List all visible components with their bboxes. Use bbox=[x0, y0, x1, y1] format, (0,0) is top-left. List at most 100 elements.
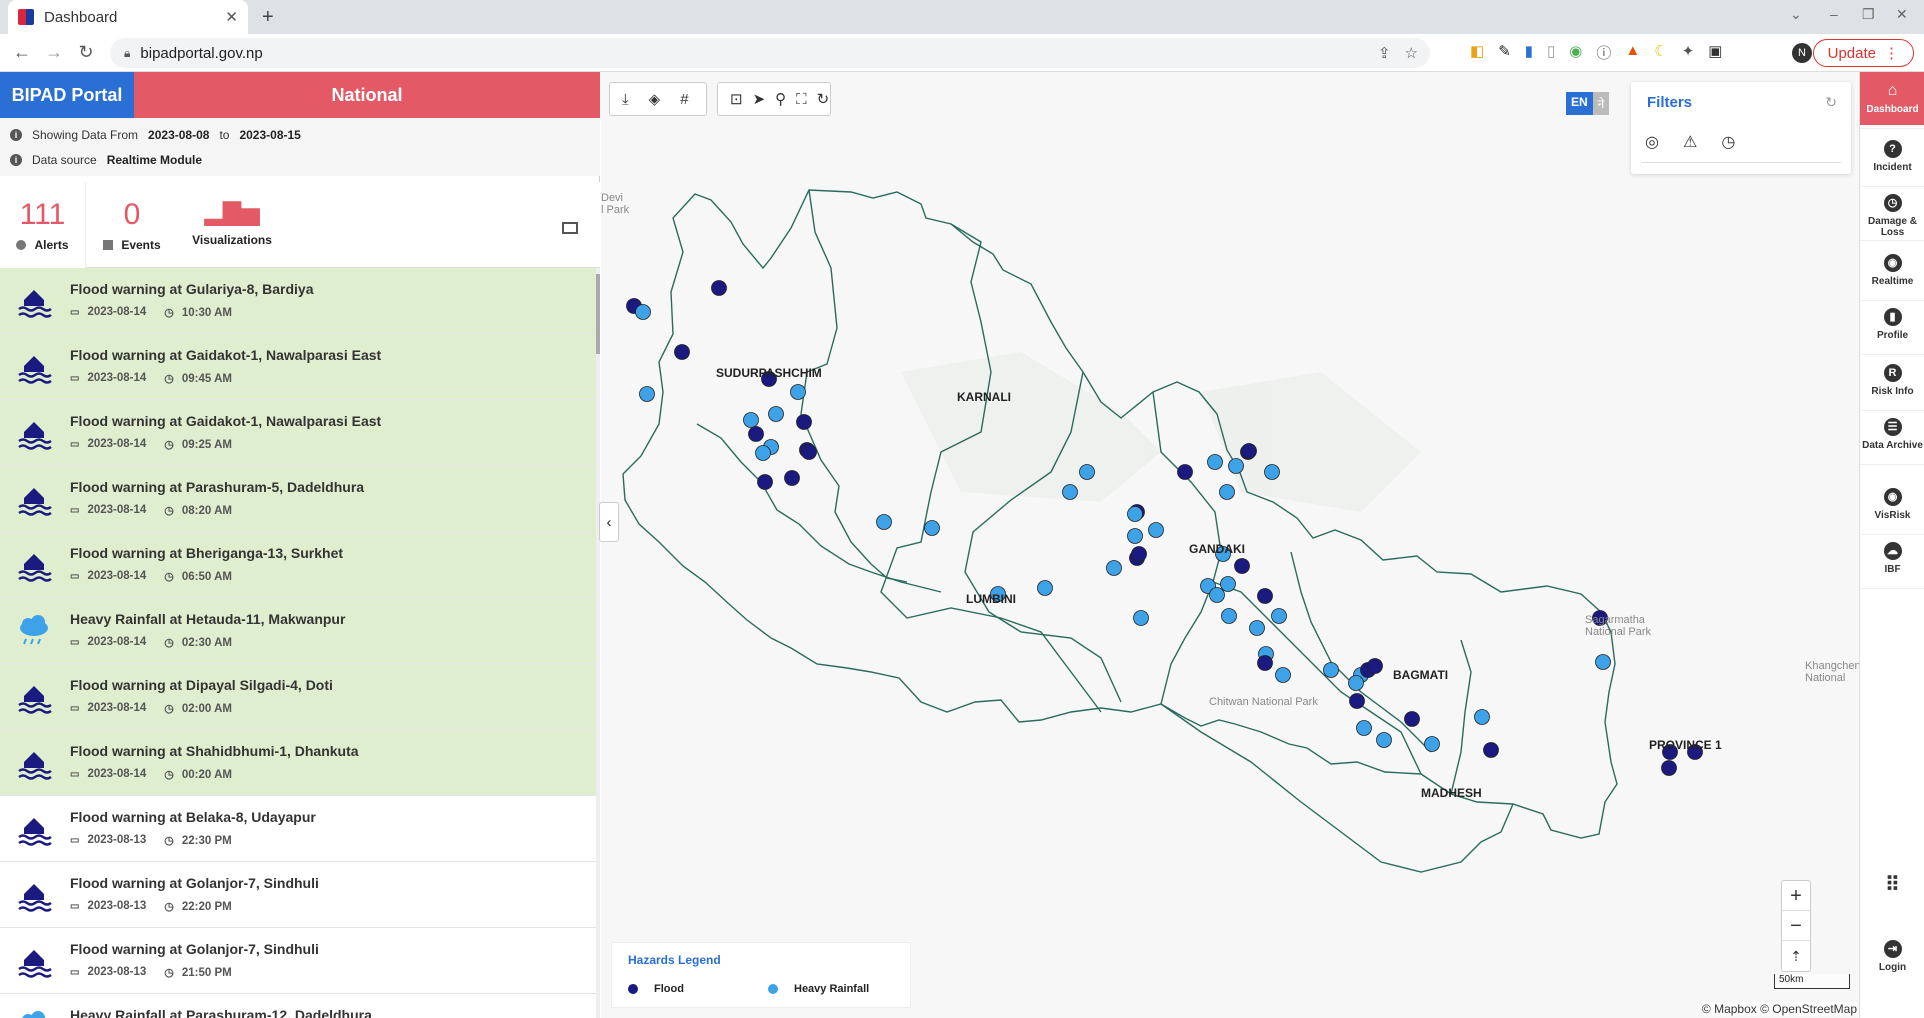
alert-item[interactable]: Flood warning at Dipayal Silgadi-4, Doti… bbox=[0, 664, 596, 730]
date-from[interactable]: 2023-08-08 bbox=[148, 128, 209, 142]
reset-filter-icon[interactable]: ↻ bbox=[1825, 94, 1837, 111]
rain-marker[interactable] bbox=[1127, 528, 1143, 544]
rain-marker[interactable] bbox=[1424, 736, 1440, 752]
rain-marker[interactable] bbox=[1474, 709, 1490, 725]
sidebar-item-risk-info[interactable]: R Risk Info bbox=[1860, 354, 1924, 407]
rain-marker[interactable] bbox=[1348, 675, 1364, 691]
forward-icon[interactable]: → bbox=[38, 42, 70, 63]
compass-button[interactable]: ⇡ bbox=[1782, 941, 1810, 971]
lang-np-button[interactable]: ने bbox=[1592, 92, 1610, 115]
flood-marker[interactable] bbox=[674, 344, 690, 360]
alert-item[interactable]: Flood warning at Bheriganga-13, Surkhet 2… bbox=[0, 532, 596, 598]
puzzle-icon[interactable]: ✦ bbox=[1682, 42, 1695, 63]
lang-en-button[interactable]: EN bbox=[1566, 92, 1593, 115]
alert-item[interactable]: Heavy Rainfall at Hetauda-11, Makwanpur 2… bbox=[0, 598, 596, 664]
rain-marker[interactable] bbox=[1228, 458, 1244, 474]
rain-marker[interactable] bbox=[1221, 608, 1237, 624]
alerts-tab[interactable]: 111 Alerts bbox=[0, 182, 86, 268]
extension-icon[interactable]: ▮ bbox=[1525, 42, 1533, 63]
flood-marker[interactable] bbox=[1177, 464, 1193, 480]
sidebar-item-visrisk[interactable]: ◉ VisRisk bbox=[1860, 478, 1924, 531]
fullscreen-icon[interactable]: ⛶ bbox=[796, 91, 807, 108]
update-button[interactable]: Update ⋮ bbox=[1812, 39, 1914, 67]
sidebar-item-ibf[interactable]: ☁ IBF bbox=[1860, 532, 1924, 585]
alert-item[interactable]: Flood warning at Gaidakot-1, Nawalparasi… bbox=[0, 400, 596, 466]
events-tab[interactable]: 0 Events bbox=[92, 182, 172, 268]
rain-marker[interactable] bbox=[790, 384, 806, 400]
rain-marker[interactable] bbox=[1356, 720, 1372, 736]
table-view-icon[interactable] bbox=[562, 222, 578, 234]
flood-marker[interactable] bbox=[1131, 546, 1147, 562]
sidebar-item-dashboard[interactable]: ⌂ Dashboard bbox=[1860, 72, 1924, 125]
rain-marker[interactable] bbox=[1275, 667, 1291, 683]
rain-marker[interactable] bbox=[743, 412, 759, 428]
close-tab-icon[interactable]: ✕ bbox=[225, 8, 238, 26]
grid-icon[interactable]: # bbox=[680, 91, 688, 108]
alert-item[interactable]: Heavy Rainfall at Parashuram-12, Dadeldh… bbox=[0, 994, 596, 1018]
rain-marker[interactable] bbox=[1106, 560, 1122, 576]
refresh-icon[interactable]: ↻ bbox=[817, 90, 830, 108]
rain-marker[interactable] bbox=[1271, 608, 1287, 624]
rain-marker[interactable] bbox=[635, 304, 651, 320]
flood-marker[interactable] bbox=[1483, 742, 1499, 758]
flood-marker[interactable] bbox=[801, 444, 817, 460]
flood-marker[interactable] bbox=[1257, 588, 1273, 604]
rain-marker[interactable] bbox=[1037, 580, 1053, 596]
share-icon[interactable]: ⇪ bbox=[1378, 44, 1391, 62]
rain-marker[interactable] bbox=[1219, 484, 1235, 500]
restore-icon[interactable]: ❐ bbox=[1862, 6, 1875, 23]
rain-marker[interactable] bbox=[876, 514, 892, 530]
flood-marker[interactable] bbox=[1367, 658, 1383, 674]
rain-marker[interactable] bbox=[924, 520, 940, 536]
apps-grid-icon[interactable]: ⠿ bbox=[1860, 872, 1924, 897]
time-filter-icon[interactable]: ◷ bbox=[1721, 132, 1735, 152]
alert-item[interactable]: Flood warning at Belaka-8, Udayapur 2023-… bbox=[0, 796, 596, 862]
alert-item[interactable]: Flood warning at Golanjor-7, Sindhuli 202… bbox=[0, 862, 596, 928]
rain-marker[interactable] bbox=[1207, 454, 1223, 470]
alert-item[interactable]: Flood warning at Parashuram-5, Dadeldhur… bbox=[0, 466, 596, 532]
rain-marker[interactable] bbox=[1376, 732, 1392, 748]
sidebar-item-realtime[interactable]: ◉ Realtime bbox=[1860, 244, 1924, 297]
rain-marker[interactable] bbox=[1220, 576, 1236, 592]
pin-icon[interactable]: ⚲ bbox=[775, 90, 786, 108]
extension-icon[interactable]: ✎ bbox=[1498, 42, 1511, 63]
map[interactable]: ⤓ ◈ # ⊡ ➤ ⚲ ⛶ ↻ ‹ EN ने Filters ↻ ◎ ⚠ ◷ … bbox=[599, 72, 1861, 1018]
alert-item[interactable]: Flood warning at Gaidakot-1, Nawalparasi… bbox=[0, 334, 596, 400]
sidebar-item-profile[interactable]: ▮ Profile bbox=[1860, 298, 1924, 351]
flood-marker[interactable] bbox=[1661, 760, 1677, 776]
map-attribution[interactable]: © Mapbox © OpenStreetMap bbox=[1701, 1002, 1857, 1016]
extension-icon[interactable]: ◉ bbox=[1569, 42, 1582, 63]
reload-icon[interactable]: ↻ bbox=[70, 42, 102, 63]
rain-marker[interactable] bbox=[1595, 654, 1611, 670]
flood-marker[interactable] bbox=[1349, 693, 1365, 709]
date-to[interactable]: 2023-08-15 bbox=[239, 128, 300, 142]
rain-marker[interactable] bbox=[1062, 484, 1078, 500]
rain-marker[interactable] bbox=[1148, 522, 1164, 538]
rain-marker[interactable] bbox=[1323, 662, 1339, 678]
sidebar-item-damage-loss[interactable]: ◷ Damage & Loss bbox=[1860, 184, 1924, 248]
flood-marker[interactable] bbox=[1234, 558, 1250, 574]
alert-item[interactable]: Flood warning at Gulariya-8, Bardiya 2023… bbox=[0, 268, 596, 334]
alert-item[interactable]: Flood warning at Shahidbhumi-1, Dhankuta… bbox=[0, 730, 596, 796]
locate-icon[interactable]: ➤ bbox=[753, 90, 766, 108]
download-icon[interactable]: ⤓ bbox=[622, 91, 629, 108]
visualizations-tab[interactable]: ▂▇▅ Visualizations bbox=[180, 182, 284, 268]
layers-icon[interactable]: ◈ bbox=[649, 90, 661, 108]
brand-logo[interactable]: BIPAD Portal bbox=[0, 72, 134, 118]
rain-marker[interactable] bbox=[1133, 610, 1149, 626]
profile-avatar[interactable]: N bbox=[1792, 43, 1812, 63]
browser-tab[interactable]: Dashboard ✕ bbox=[8, 0, 248, 34]
location-filter-icon[interactable]: ◎ bbox=[1645, 132, 1659, 152]
extension-icon[interactable]: ▯ bbox=[1547, 42, 1555, 63]
hazard-filter-icon[interactable]: ⚠ bbox=[1683, 132, 1697, 152]
rain-marker[interactable] bbox=[639, 386, 655, 402]
url-input[interactable]: 🔒︎ bipadportal.gov.np ⇪ ☆ bbox=[110, 38, 1430, 68]
extension-icon[interactable]: ◧ bbox=[1470, 42, 1484, 63]
sidebar-item-data-archive[interactable]: ☰ Data Archive bbox=[1860, 408, 1924, 461]
flood-marker[interactable] bbox=[748, 426, 764, 442]
bookmark-star-icon[interactable]: ☆ bbox=[1405, 44, 1418, 62]
tab-list-icon[interactable]: ⌄ bbox=[1790, 6, 1802, 23]
flood-marker[interactable] bbox=[711, 280, 727, 296]
back-icon[interactable]: ← bbox=[6, 42, 38, 63]
rain-marker[interactable] bbox=[1264, 464, 1280, 480]
